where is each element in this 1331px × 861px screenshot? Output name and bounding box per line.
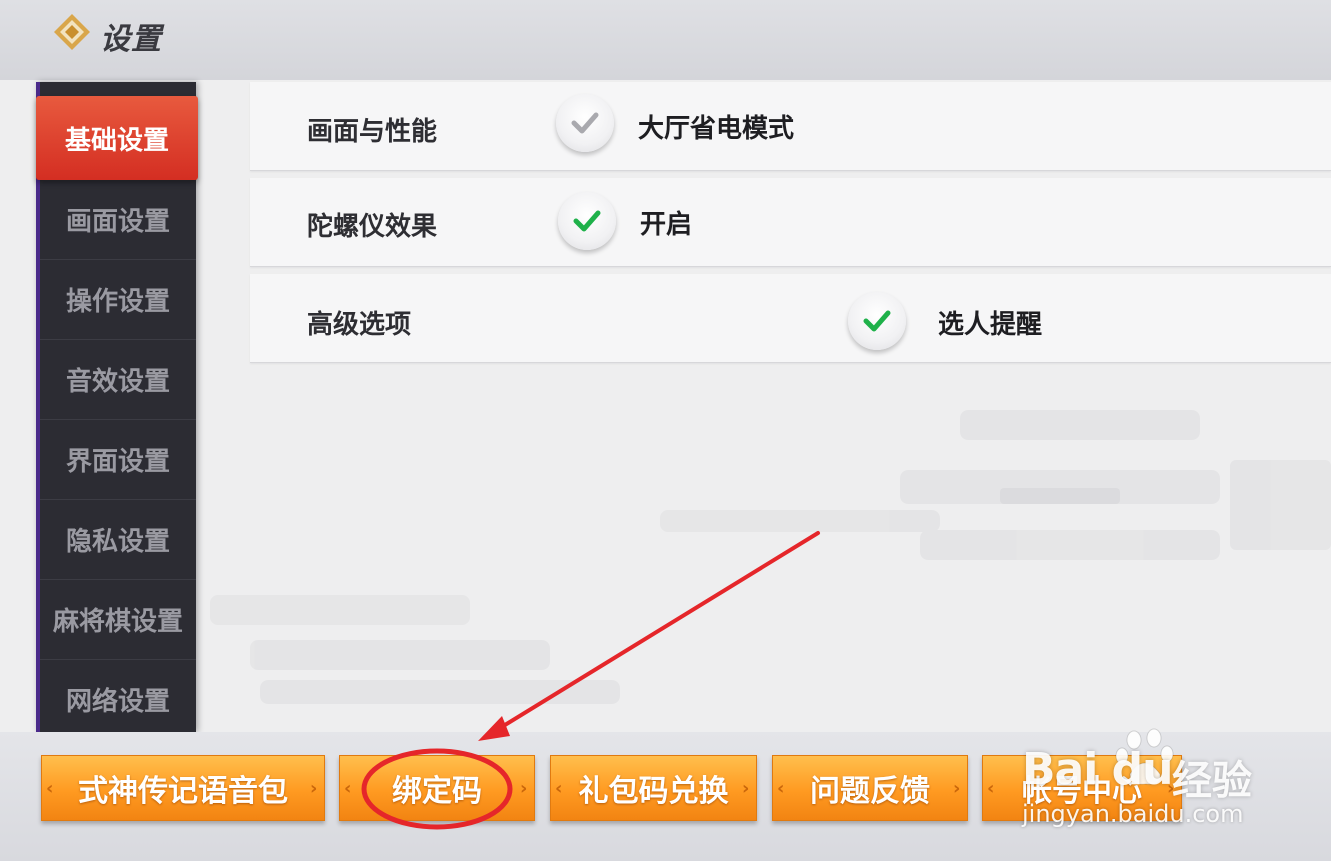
voice-pack-button[interactable]: ‹ 式神传记语音包 › xyxy=(41,755,325,821)
baidu-watermark: Bai du 经验 jingyan.baidu.com xyxy=(1022,728,1322,840)
chevron-left-icon: ‹ xyxy=(344,778,352,799)
sidebar-item-network[interactable]: 网络设置 xyxy=(40,660,196,740)
option-label: 大厅省电模式 xyxy=(638,114,795,144)
chevron-left-icon: ‹ xyxy=(555,778,563,799)
settings-sidebar: 基础设置 画面设置 操作设置 音效设置 界面设置 隐私设置 麻将棋设置 网络设置 xyxy=(36,82,198,740)
checkmark-icon xyxy=(863,310,891,332)
button-label: 礼包码兑换 xyxy=(578,774,729,809)
button-label: 式神传记语音包 xyxy=(78,774,288,809)
sidebar-item-mahjong[interactable]: 麻将棋设置 xyxy=(40,580,196,660)
gyroscope-checkbox[interactable] xyxy=(558,192,616,250)
setting-row-advanced: 高级选项 选人提醒 xyxy=(250,274,1331,363)
option-label: 选人提醒 xyxy=(938,310,1043,340)
chevron-right-icon: › xyxy=(520,778,528,799)
bind-code-button[interactable]: ‹ 绑定码 › xyxy=(339,755,535,821)
checkmark-icon xyxy=(571,112,599,134)
sidebar-item-basic[interactable]: 基础设置 xyxy=(36,96,198,180)
setting-label: 高级选项 xyxy=(307,310,412,340)
chevron-left-icon: ‹ xyxy=(987,778,995,799)
option-label: 开启 xyxy=(640,210,693,240)
page-title: 设置 xyxy=(100,22,162,57)
pick-reminder-checkbox[interactable] xyxy=(848,292,906,350)
watermark-url: jingyan.baidu.com xyxy=(1022,800,1244,828)
sidebar-item-sound[interactable]: 音效设置 xyxy=(40,340,196,420)
baidu-brand: Bai du xyxy=(1022,744,1173,795)
button-label: 绑定码 xyxy=(392,774,482,809)
sidebar-item-interface[interactable]: 界面设置 xyxy=(40,420,196,500)
chevron-left-icon: ‹ xyxy=(777,778,785,799)
setting-label: 陀螺仪效果 xyxy=(307,212,438,242)
sidebar-item-graphics[interactable]: 画面设置 xyxy=(40,180,196,260)
chevron-left-icon: ‹ xyxy=(46,778,54,799)
chevron-right-icon: › xyxy=(953,778,961,799)
button-label: 问题反馈 xyxy=(810,774,930,809)
setting-row-graphics-performance: 画面与性能 大厅省电模式 xyxy=(250,82,1331,171)
header-bar: 设置 xyxy=(0,0,1331,80)
jingyan-text: 经验 xyxy=(1172,758,1252,804)
chevron-right-icon: › xyxy=(742,778,750,799)
sidebar-item-controls[interactable]: 操作设置 xyxy=(40,260,196,340)
gift-code-redeem-button[interactable]: ‹ 礼包码兑换 › xyxy=(550,755,757,821)
chevron-right-icon: › xyxy=(310,778,318,799)
power-saving-checkbox[interactable] xyxy=(556,94,614,152)
setting-label: 画面与性能 xyxy=(307,117,438,147)
sidebar-item-privacy[interactable]: 隐私设置 xyxy=(40,500,196,580)
checkmark-icon xyxy=(573,210,601,232)
feedback-button[interactable]: ‹ 问题反馈 › xyxy=(772,755,968,821)
setting-row-gyroscope: 陀螺仪效果 开启 xyxy=(250,178,1331,267)
diamond-logo-icon xyxy=(54,14,90,50)
